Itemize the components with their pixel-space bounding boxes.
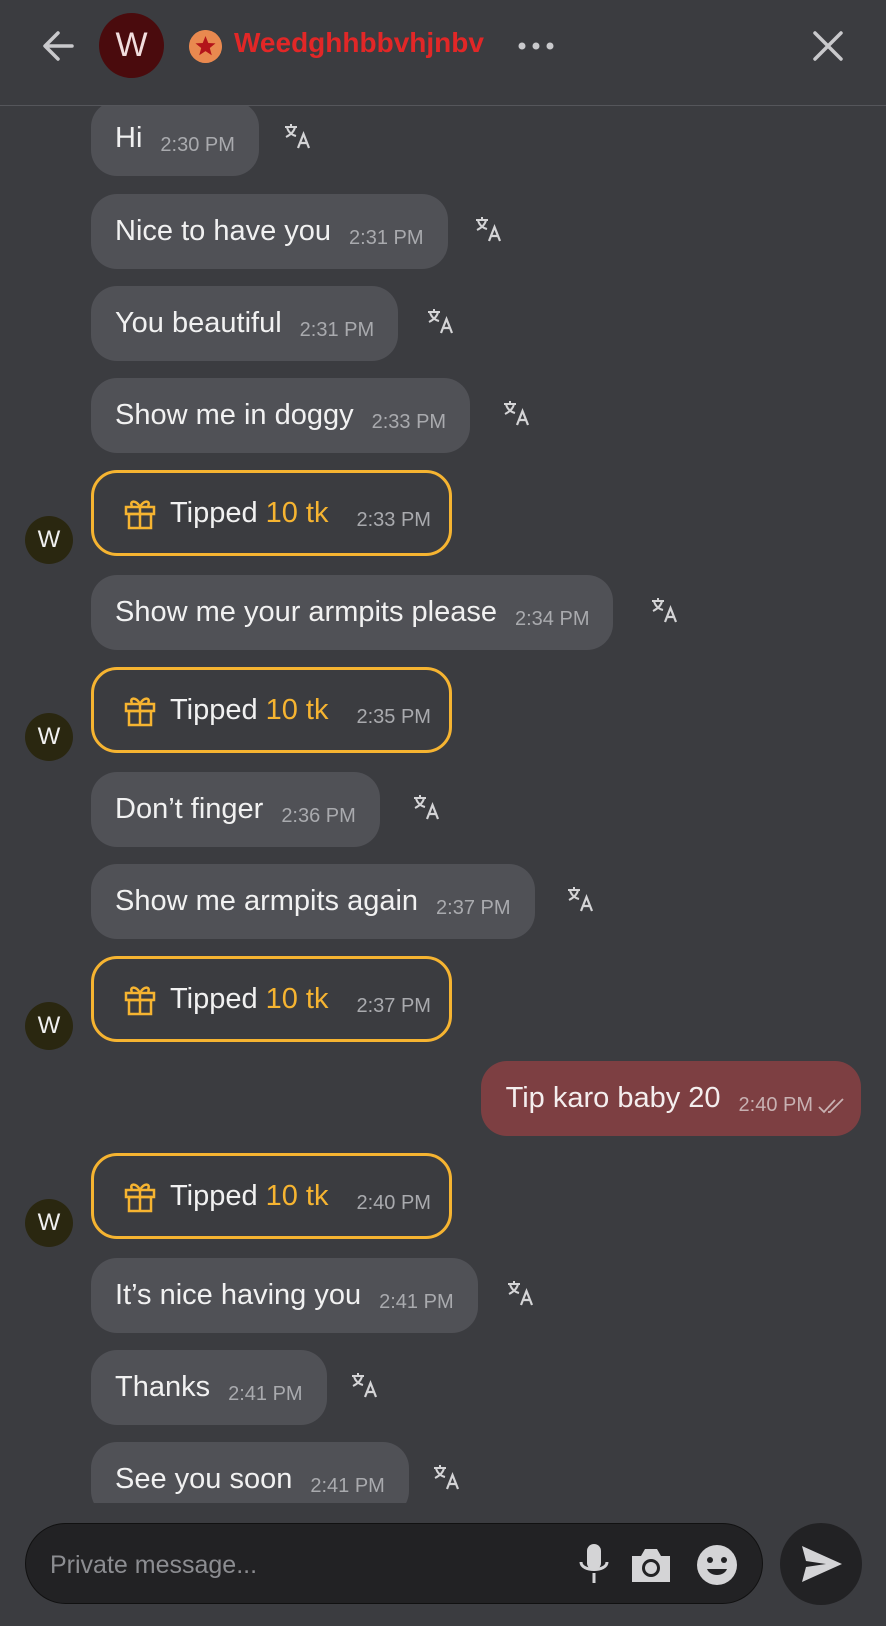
more-options-icon[interactable] — [517, 34, 557, 58]
gift-icon — [124, 500, 156, 530]
message-text: Show me armpits again — [115, 885, 419, 917]
message-time: 2:40 PM — [738, 1094, 813, 1116]
tip-message[interactable]: Tipped 10 tk 2:33 PM — [91, 470, 452, 556]
message-text: Hi — [115, 122, 143, 154]
incoming-message[interactable]: It’s nice having you 2:41 PM — [91, 1258, 478, 1333]
message-text: See you soon — [115, 1463, 293, 1495]
message-time: 2:33 PM — [356, 508, 431, 531]
sender-avatar[interactable]: W — [25, 1199, 73, 1247]
incoming-message[interactable]: Show me armpits again 2:37 PM — [91, 864, 535, 939]
incoming-message[interactable]: Thanks 2:41 PM — [91, 1350, 327, 1425]
close-icon[interactable] — [810, 28, 846, 64]
tip-label: Tipped — [170, 1179, 258, 1212]
sender-avatar[interactable]: W — [25, 713, 73, 761]
back-arrow-icon[interactable] — [38, 26, 78, 66]
message-time: 2:34 PM — [515, 608, 590, 630]
tip-message[interactable]: Tipped 10 tk 2:35 PM — [91, 667, 452, 753]
message-time: 2:41 PM — [379, 1291, 454, 1313]
tip-label: Tipped — [170, 693, 258, 726]
tip-amount: 10 tk — [265, 693, 329, 726]
message-text: Thanks — [115, 1371, 211, 1403]
incoming-message[interactable]: Don’t finger 2:36 PM — [91, 772, 380, 847]
message-text: Nice to have you — [115, 215, 332, 247]
translate-icon[interactable] — [650, 595, 680, 625]
translate-icon[interactable] — [506, 1278, 536, 1308]
translate-icon[interactable] — [432, 1462, 462, 1492]
message-time: 2:30 PM — [160, 134, 235, 156]
microphone-icon[interactable] — [574, 1542, 614, 1586]
message-time: 2:31 PM — [299, 319, 375, 341]
star-badge-icon — [189, 30, 222, 63]
incoming-message[interactable]: Show me in doggy 2:33 PM — [91, 378, 471, 453]
translate-icon[interactable] — [474, 214, 504, 244]
read-receipt-icon — [818, 1097, 844, 1113]
message-text: Show me your armpits please — [115, 596, 497, 628]
tip-label: Tipped — [170, 496, 258, 529]
incoming-message[interactable]: See you soon 2:41 PM — [91, 1442, 409, 1503]
translate-icon[interactable] — [283, 121, 313, 151]
sender-avatar[interactable]: W — [25, 1002, 73, 1050]
message-input[interactable] — [48, 1542, 552, 1588]
tip-amount: 10 tk — [265, 496, 329, 529]
message-text: You beautiful — [115, 307, 282, 339]
translate-icon[interactable] — [566, 884, 596, 914]
send-button[interactable] — [780, 1523, 862, 1605]
message-text: Don’t finger — [115, 793, 264, 825]
message-time: 2:40 PM — [356, 1191, 431, 1214]
tip-amount: 10 tk — [265, 982, 329, 1015]
outgoing-message[interactable]: Tip karo baby 20 2:40 PM — [480, 1061, 861, 1136]
message-text: Show me in doggy — [115, 399, 354, 431]
tip-message[interactable]: Tipped 10 tk 2:40 PM — [91, 1153, 452, 1239]
message-time: 2:36 PM — [281, 805, 356, 827]
message-time: 2:37 PM — [356, 994, 431, 1017]
message-time: 2:33 PM — [371, 411, 447, 433]
gift-icon — [124, 1183, 156, 1213]
message-composer — [25, 1523, 763, 1604]
gift-icon — [124, 697, 156, 727]
translate-icon[interactable] — [426, 306, 456, 336]
camera-icon[interactable] — [629, 1544, 673, 1586]
message-text: Tip karo baby 20 — [505, 1082, 721, 1114]
tip-message[interactable]: Tipped 10 tk 2:37 PM — [91, 956, 452, 1042]
tip-label: Tipped — [170, 982, 258, 1015]
translate-icon[interactable] — [350, 1370, 380, 1400]
incoming-message[interactable]: Nice to have you 2:31 PM — [91, 194, 448, 269]
contact-avatar[interactable]: W — [99, 13, 164, 78]
message-thread[interactable]: Hi 2:30 PM Nice to have you 2:31 PM You … — [0, 106, 886, 1503]
message-time: 2:41 PM — [228, 1383, 303, 1405]
message-time: 2:35 PM — [356, 705, 431, 728]
message-time: 2:31 PM — [349, 227, 424, 249]
send-icon — [802, 1546, 842, 1582]
message-text: It’s nice having you — [115, 1279, 362, 1311]
sender-avatar[interactable]: W — [25, 516, 73, 564]
translate-icon[interactable] — [412, 792, 442, 822]
incoming-message[interactable]: Hi 2:30 PM — [91, 106, 259, 176]
incoming-message[interactable]: Show me your armpits please 2:34 PM — [91, 575, 614, 650]
message-time: 2:41 PM — [310, 1475, 385, 1497]
tip-amount: 10 tk — [265, 1179, 329, 1212]
message-time: 2:37 PM — [436, 897, 511, 919]
chat-header: W Weedghhbbvhjnbv — [0, 0, 886, 106]
emoji-icon[interactable] — [695, 1543, 739, 1587]
incoming-message[interactable]: You beautiful 2:31 PM — [91, 286, 399, 361]
translate-icon[interactable] — [502, 398, 532, 428]
gift-icon — [124, 986, 156, 1016]
contact-username[interactable]: Weedghhbbvhjnbv — [234, 27, 484, 59]
